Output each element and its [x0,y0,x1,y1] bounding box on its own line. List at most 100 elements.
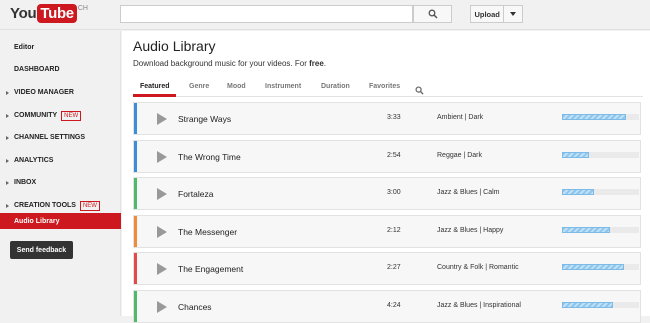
top-bar: You Tube CH Upload [0,0,650,30]
upload-label: Upload [474,9,500,19]
popularity-fill [562,301,613,308]
subtitle-bold: free [309,59,324,68]
genre-color-stripe [134,178,137,209]
sidebar-item-audio-library[interactable]: Audio Library [0,213,121,229]
sidebar-arrow-slot [0,90,14,95]
popularity-bar [562,301,639,308]
track-row[interactable]: Chances 4:24 Jazz & Blues | Inspirational [133,289,641,323]
track-row[interactable]: The Wrong Time 2:54 Reggae | Dark [133,139,641,173]
play-icon[interactable] [157,113,167,125]
popularity-fill [562,189,595,195]
sidebar-item-community[interactable]: COMMUNITY NEW [0,109,121,122]
track-title: The Messenger [178,226,238,237]
chevron-right-icon [5,203,9,208]
popularity-fill [562,226,610,233]
track-title: The Engagement [178,264,244,274]
track-row[interactable]: Fortaleza 3:00 Jazz & Blues | Calm [133,177,641,210]
popularity-bar [562,264,639,270]
track-genre-mood: Country & Folk | Romantic [437,264,519,271]
chevron-right-icon [5,158,9,163]
search-icon [428,9,438,19]
track-duration: 4:24 [387,301,401,309]
track-row[interactable]: The Messenger 2:12 Jazz & Blues | Happy [133,214,641,248]
track-row[interactable]: Strange Ways 3:33 Ambient | Dark [133,102,641,135]
popularity-bar [562,189,639,195]
popularity-fill [562,114,626,120]
sidebar-arrow-slot [0,113,14,118]
tab-instrument[interactable]: Instrument [265,83,301,90]
play-icon[interactable] [157,150,167,163]
new-badge: NEW [79,200,100,211]
sidebar-item-analytics[interactable]: ANALYTICS [0,154,121,167]
sidebar-item-channel-settings[interactable]: CHANNEL SETTINGS [0,131,121,144]
genre-color-stripe [134,215,137,247]
track-genre-mood: Jazz & Blues | Inspirational [437,301,521,309]
tab-favorites[interactable]: Favorites [369,83,400,90]
genre-color-stripe [134,290,137,322]
subtitle-text: Download background music for your video… [133,59,310,68]
track-title: Strange Ways [178,114,232,124]
track-genre-mood: Jazz & Blues | Happy [437,226,504,234]
play-icon[interactable] [157,263,167,275]
sidebar-item-inbox[interactable]: INBOX [0,176,121,189]
tab-genre[interactable]: Genre [189,83,209,90]
sidebar: Editor DASHBOARD VIDEO MANAGER COMMUNITY NEW… [0,31,121,316]
logo-region: CH [77,5,88,12]
upload-button[interactable]: Upload [470,5,523,23]
upload-menu-button[interactable] [504,12,522,16]
sidebar-item-video-manager[interactable]: VIDEO MANAGER [0,86,121,99]
sidebar-arrow-slot [0,135,14,140]
sidebar-arrow-slot [0,203,14,208]
track-title: Chances [178,301,212,312]
search-icon [415,86,424,95]
sidebar-item-label: ANALYTICS [14,157,54,164]
search-input[interactable] [120,5,413,23]
chevron-down-icon [510,12,517,16]
active-tab-indicator [133,94,176,97]
sidebar-item-label: CREATION TOOLS [14,202,76,209]
sidebar-item-dashboard[interactable]: DASHBOARD [0,63,121,76]
send-feedback-button[interactable]: Send feedback [10,241,73,259]
track-duration: 2:27 [387,264,401,271]
tab-bar: Featured Genre Mood Instrument Duration Favor… [133,80,643,97]
popularity-bar [562,151,639,158]
main-content: Audio Library Download background music … [122,31,650,323]
chevron-right-icon [5,135,9,140]
logo-you-text: You [10,5,37,22]
track-duration: 2:12 [387,226,401,234]
sidebar-arrow-slot [0,180,14,185]
play-icon[interactable] [157,300,167,313]
tab-featured[interactable]: Featured [140,83,170,90]
track-genre-mood: Reggae | Dark [437,151,483,159]
chevron-right-icon [5,180,9,185]
play-icon[interactable] [157,225,167,238]
track-duration: 3:33 [387,114,401,121]
play-icon[interactable] [157,188,167,200]
genre-color-stripe [134,140,137,172]
page-subtitle: Download background music for your video… [133,59,326,68]
search-button[interactable] [413,5,452,23]
chevron-right-icon [5,90,9,95]
track-title: Fortaleza [178,189,214,199]
new-badge: NEW [61,110,82,121]
genre-color-stripe [134,103,137,134]
tab-search-button[interactable] [415,82,424,100]
sidebar-item-creation-tools[interactable]: CREATION TOOLS NEW [0,199,121,212]
sidebar-item-label: INBOX [14,179,37,186]
sidebar-item-label: CHANNEL SETTINGS [14,134,86,141]
sidebar-item-editor[interactable]: Editor [0,41,121,54]
track-genre-mood: Jazz & Blues | Calm [437,189,500,196]
logo-tube-text: Tube [37,4,77,23]
sidebar-item-label: Editor [14,44,35,51]
popularity-fill [562,151,589,158]
youtube-logo[interactable]: You Tube CH [10,4,88,24]
popularity-fill [562,264,624,270]
tab-mood[interactable]: Mood [227,83,246,90]
popularity-bar [562,226,639,233]
track-duration: 2:54 [387,151,401,159]
genre-color-stripe [134,253,137,284]
track-duration: 3:00 [387,189,401,196]
sidebar-item-label: COMMUNITY [14,112,58,119]
tab-duration[interactable]: Duration [321,83,350,90]
track-row[interactable]: The Engagement 2:27 Country & Folk | Roman… [133,252,641,285]
